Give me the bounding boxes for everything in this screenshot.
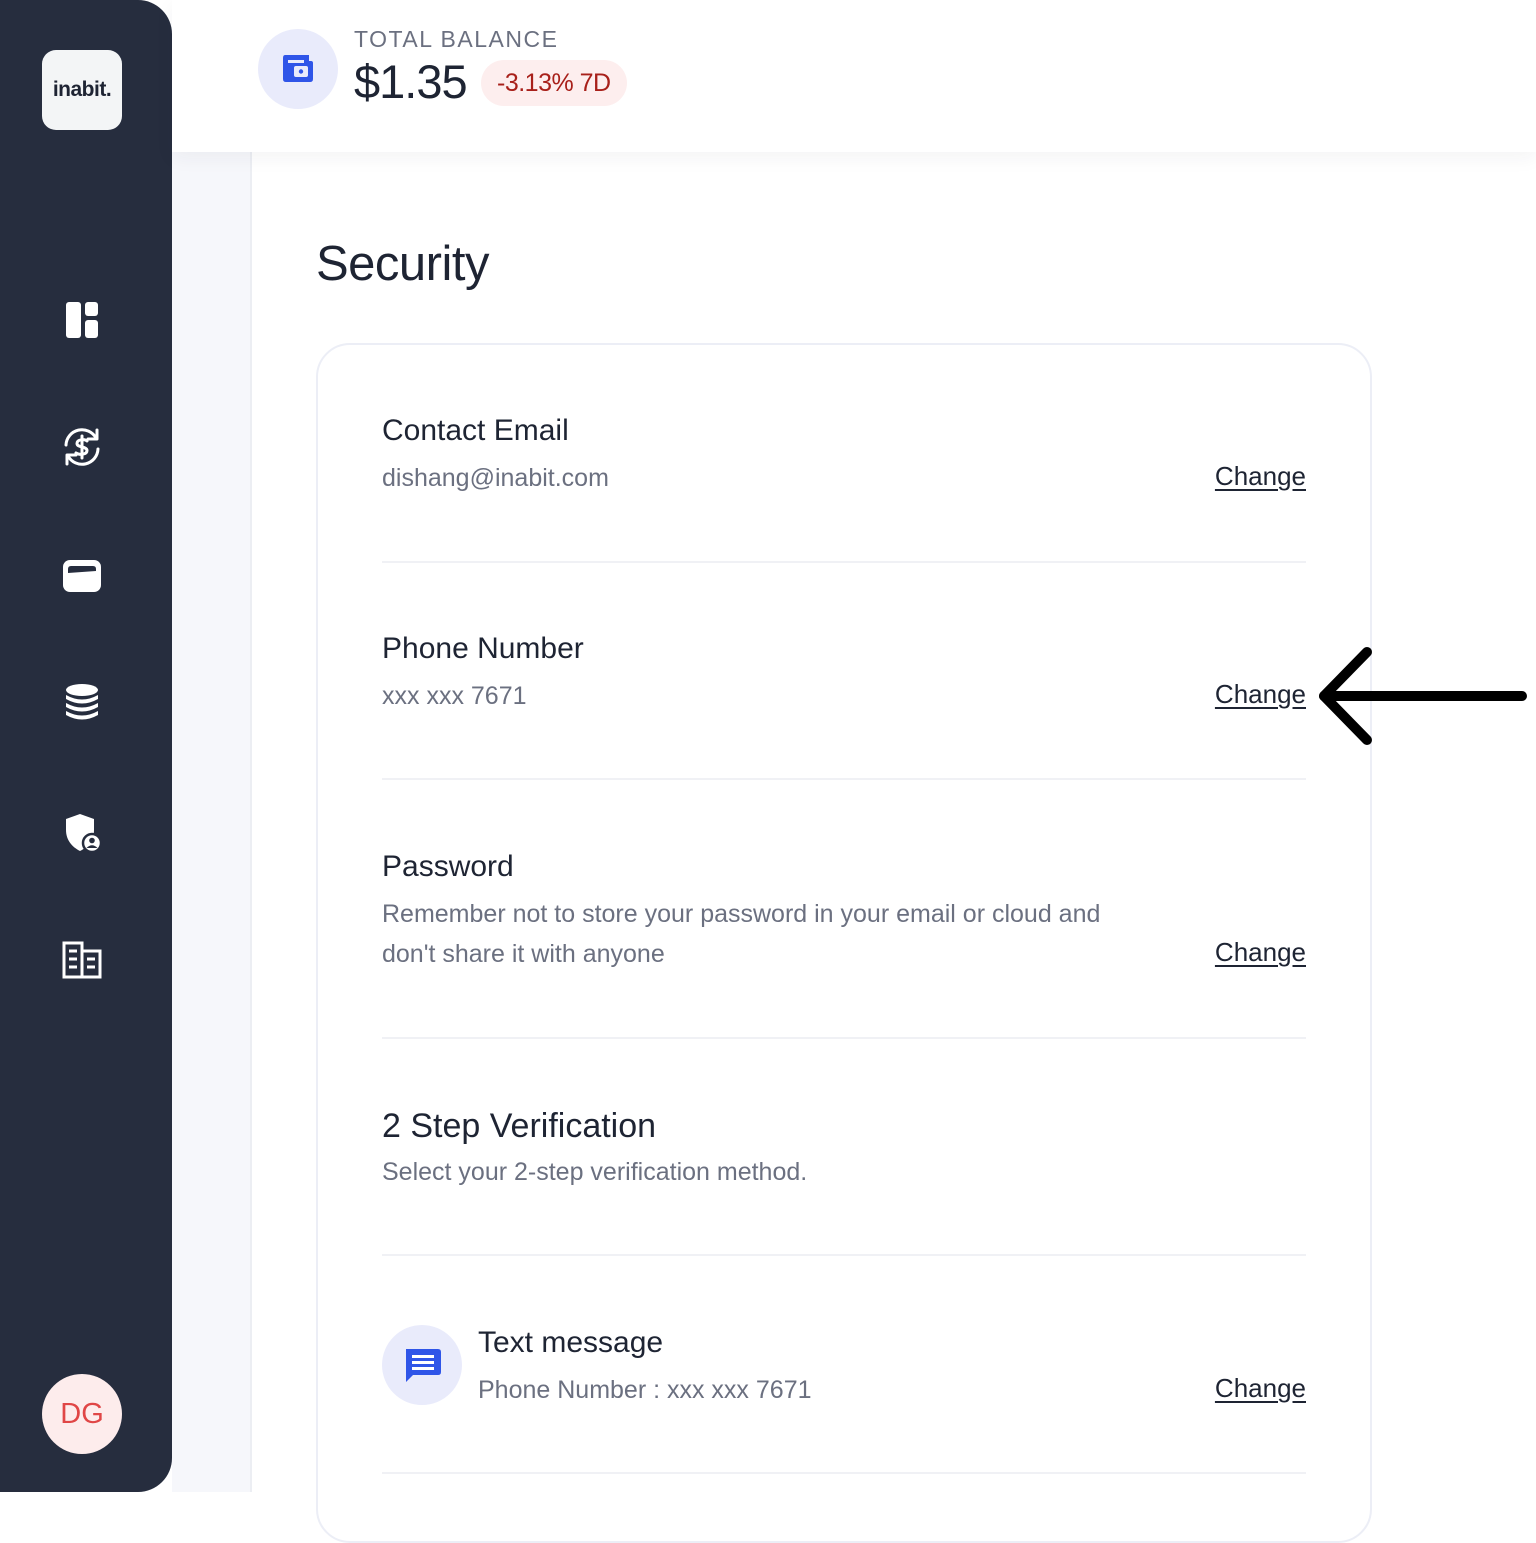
user-avatar[interactable]: DG [42, 1374, 122, 1454]
nav-assets[interactable] [58, 679, 106, 727]
total-balance-label: TOTAL BALANCE [354, 26, 559, 52]
nav-security[interactable] [58, 808, 106, 856]
balance-change-badge: -3.13% 7D [481, 60, 627, 106]
app-logo[interactable]: inabit. [42, 50, 122, 130]
nav-dashboard[interactable] [58, 296, 106, 344]
password-hint-line1: Remember not to store your password in y… [382, 900, 1101, 928]
avatar-initials: DG [60, 1397, 104, 1430]
section-divider [382, 561, 1306, 563]
two-step-description: Select your 2-step verification method. [382, 1158, 808, 1186]
wallet-icon [63, 560, 101, 592]
section-divider [382, 778, 1306, 780]
change-text-message-link[interactable]: Change [1215, 1373, 1306, 1404]
exchange-dollar-icon [64, 428, 100, 466]
phone-number-title: Phone Number [382, 632, 584, 665]
logo-text: inabit. [52, 78, 112, 101]
text-message-title: Text message [478, 1326, 664, 1359]
shield-user-icon [66, 814, 103, 854]
balance-wallet-badge [258, 29, 338, 109]
password-title: Password [382, 850, 514, 883]
section-divider [382, 1254, 1306, 1256]
change-phone-link[interactable]: Change [1215, 679, 1306, 710]
change-email-link[interactable]: Change [1215, 461, 1306, 492]
chat-message-icon [406, 1349, 441, 1382]
section-divider [382, 1472, 1306, 1474]
section-divider [382, 1037, 1306, 1039]
contact-email-value: dishang@inabit.com [382, 464, 609, 492]
content-gutter [172, 152, 250, 1492]
contact-email-title: Contact Email [382, 414, 569, 447]
balance-change-text: -3.13% 7D [497, 68, 611, 97]
dashboard-icon [66, 302, 98, 338]
password-hint-line2: don't share it with anyone [382, 940, 665, 968]
nav-exchange[interactable] [58, 423, 106, 471]
two-step-title: 2 Step Verification [382, 1107, 657, 1145]
change-password-link[interactable]: Change [1215, 937, 1306, 968]
page-title: Security [316, 237, 490, 291]
sidebar: inabit. DG [0, 0, 172, 1492]
wallet-icon [283, 55, 313, 82]
content-divider [250, 152, 252, 1492]
text-message-badge [382, 1325, 462, 1405]
database-icon [66, 684, 98, 720]
nav-organization[interactable] [58, 936, 106, 984]
nav-wallet[interactable] [58, 552, 106, 600]
building-icon [62, 941, 102, 979]
text-message-phone: Phone Number : xxx xxx 7671 [478, 1376, 812, 1404]
total-balance-value: $1.35 [354, 55, 468, 108]
top-header: TOTAL BALANCE $1.35 -3.13% 7D [172, 0, 1536, 152]
annotation-arrow-icon [1319, 647, 1527, 745]
phone-number-value: xxx xxx 7671 [382, 682, 527, 710]
